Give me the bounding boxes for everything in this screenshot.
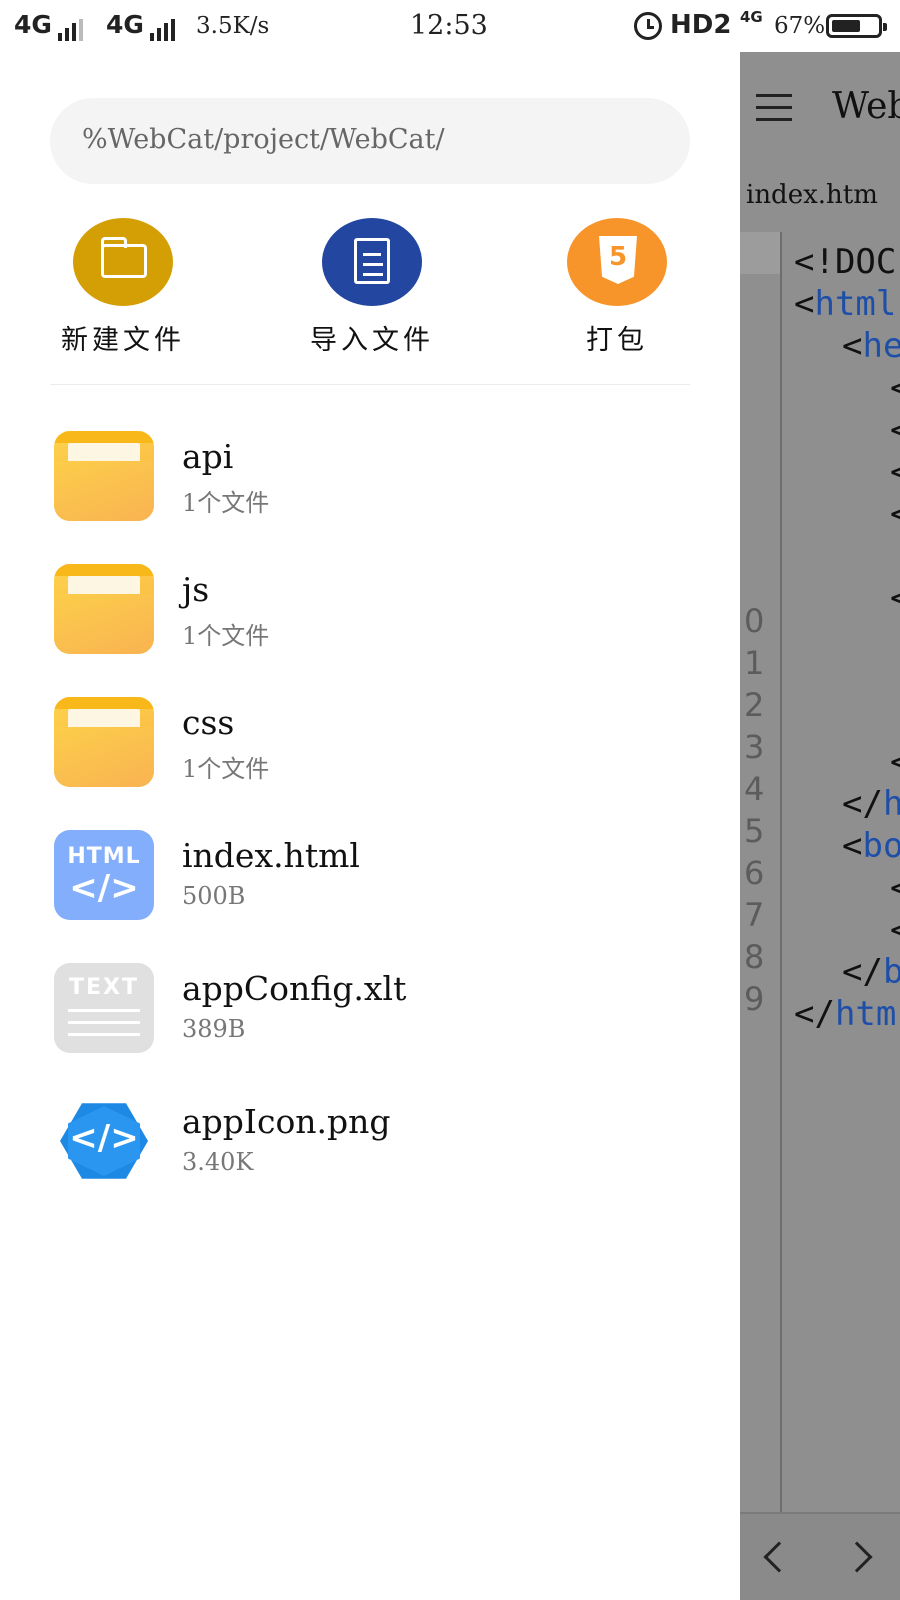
folder-icon xyxy=(54,697,154,787)
code-line: < xyxy=(890,494,900,534)
import-file-label: 导入文件 xyxy=(310,325,434,356)
file-meta: 389B xyxy=(182,1015,246,1043)
code-line: </b xyxy=(842,952,900,992)
file-name: css xyxy=(182,703,235,742)
file-meta: 3.40K xyxy=(182,1148,254,1176)
code-line: <bo xyxy=(842,826,900,866)
file-item-appconfig[interactable]: TEXT appConfig.xlt 389B xyxy=(54,963,694,1063)
file-meta: 1个文件 xyxy=(182,755,270,783)
file-item-index-html[interactable]: HTML </> index.html 500B xyxy=(54,830,694,930)
html-file-icon: HTML </> xyxy=(54,830,154,920)
code-line: < xyxy=(890,910,900,950)
new-file-circle xyxy=(73,218,173,306)
file-meta: 500B xyxy=(182,882,246,910)
chevron-right-icon[interactable] xyxy=(841,1541,873,1573)
package-circle: 5 xyxy=(567,218,667,306)
code-line: </htm xyxy=(794,994,897,1034)
line-number: 7 xyxy=(744,896,765,934)
network-indicator-2: 4G xyxy=(106,10,178,41)
code-line: < xyxy=(890,742,900,782)
battery-percent: 67% xyxy=(774,13,826,39)
file-meta: 1个文件 xyxy=(182,489,270,517)
line-number: 6 xyxy=(744,854,765,892)
code-line: < xyxy=(890,410,900,450)
file-name: index.html xyxy=(182,836,360,875)
network-label: 4G xyxy=(106,10,144,39)
line-number: 3 xyxy=(744,728,765,766)
small-network-label: 4G xyxy=(740,8,763,26)
line-number: 8 xyxy=(744,938,765,976)
alarm-icon xyxy=(634,12,662,40)
html5-icon: 5 xyxy=(599,236,637,284)
editor-bottom-bar xyxy=(740,1512,900,1600)
path-field[interactable]: %WebCat/project/WebCat/ xyxy=(50,98,690,184)
package-label: 打包 xyxy=(586,325,648,356)
line-number: 1 xyxy=(744,644,765,682)
import-file-button[interactable]: 导入文件 xyxy=(292,218,452,357)
code-line: </h xyxy=(842,784,900,824)
divider xyxy=(50,384,690,385)
line-number: 9 xyxy=(744,980,765,1018)
gutter-divider xyxy=(780,232,782,1562)
chevron-left-icon[interactable] xyxy=(763,1541,795,1573)
code-line: < xyxy=(890,868,900,908)
clock: 12:53 xyxy=(410,10,488,41)
file-item-appicon[interactable]: </> appIcon.png 3.40K xyxy=(54,1096,694,1196)
line-number: 4 xyxy=(744,770,765,808)
hd-label: HD2 xyxy=(670,10,732,40)
line-number: 0 xyxy=(744,602,765,640)
code-line: <!DOC xyxy=(794,242,897,282)
file-item-api[interactable]: api 1个文件 xyxy=(54,431,694,531)
code-line: < xyxy=(890,368,900,408)
signal-icon xyxy=(57,12,86,41)
file-meta: 1个文件 xyxy=(182,622,270,650)
current-line-highlight xyxy=(740,232,780,274)
network-speed: 3.5K/s xyxy=(196,13,270,39)
status-bar: 4G 4G 3.5K/s 12:53 HD2 4G 67% xyxy=(0,0,900,52)
code-line: <html xyxy=(794,284,897,324)
document-icon xyxy=(354,238,390,284)
folder-icon xyxy=(54,431,154,521)
folder-icon xyxy=(101,237,147,278)
import-file-circle xyxy=(322,218,422,306)
new-file-label: 新建文件 xyxy=(61,325,185,356)
file-name: api xyxy=(182,437,234,476)
line-number: 2 xyxy=(744,686,765,724)
battery-icon xyxy=(826,14,887,38)
new-file-button[interactable]: 新建文件 xyxy=(43,218,203,357)
file-item-css[interactable]: css 1个文件 xyxy=(54,697,694,797)
code-app-icon: </> xyxy=(54,1096,154,1186)
network-indicator-1: 4G xyxy=(14,10,86,41)
code-line: <he xyxy=(842,326,900,366)
line-number: 5 xyxy=(744,812,765,850)
file-name: appIcon.png xyxy=(182,1102,391,1141)
code-line: < xyxy=(890,578,900,618)
signal-icon xyxy=(149,12,178,41)
editor-pane[interactable]: Web index.htm <!DOC<html<he<<<<<<</h<bo<… xyxy=(740,52,900,1600)
editor-title: Web xyxy=(832,86,900,127)
editor-tab-index[interactable]: index.htm xyxy=(746,180,878,210)
folder-icon xyxy=(54,564,154,654)
file-name: js xyxy=(182,570,210,609)
file-drawer: %WebCat/project/WebCat/ 新建文件 导入文件 5 打包 a… xyxy=(0,52,740,1600)
file-name: appConfig.xlt xyxy=(182,969,407,1008)
code-line: < xyxy=(890,452,900,492)
menu-icon[interactable] xyxy=(756,94,792,122)
network-label: 4G xyxy=(14,10,52,39)
text-file-icon: TEXT xyxy=(54,963,154,1053)
package-button[interactable]: 5 打包 xyxy=(537,218,697,357)
file-item-js[interactable]: js 1个文件 xyxy=(54,564,694,664)
